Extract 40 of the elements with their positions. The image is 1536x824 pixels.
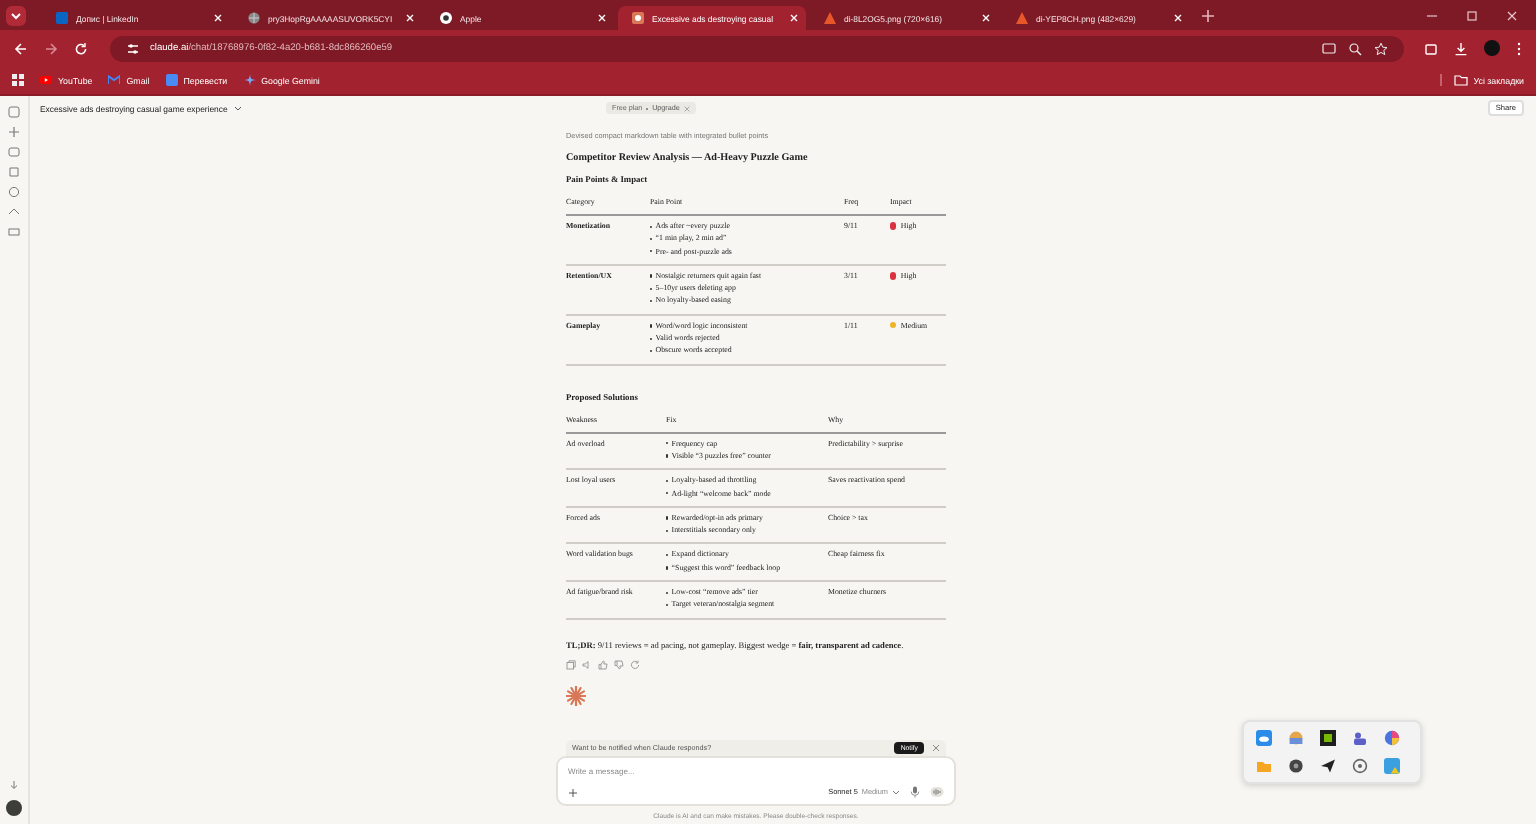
forward-icon[interactable] [44,41,58,55]
close-icon[interactable] [1506,9,1518,21]
send-icon[interactable] [1320,758,1336,774]
bookmark-icon [165,74,178,86]
microphone-icon[interactable] [910,786,920,798]
tab-favicon-icon [440,12,452,24]
tab-favicon-icon [248,12,260,24]
add-icon[interactable] [568,787,578,797]
thumbs-up-icon[interactable] [598,660,608,671]
bookmark-icon [243,74,256,86]
voice-mode-icon[interactable] [930,786,944,798]
apps-grid-icon[interactable] [12,74,24,86]
cloud-icon[interactable] [1256,730,1272,746]
new-chat-icon[interactable] [8,126,20,138]
reload-icon[interactable] [74,41,88,55]
tab-favicon-icon [1016,12,1028,24]
spark-icon [566,686,586,707]
back-icon[interactable] [14,41,28,55]
retry-icon[interactable] [630,660,640,671]
minimize-icon[interactable] [1426,9,1438,21]
people-icon[interactable] [1352,730,1368,746]
menu-icon[interactable] [1516,41,1522,55]
user-avatar-icon[interactable] [6,800,22,816]
bookmark-icon [108,74,121,86]
tab-favicon-icon [824,12,836,24]
zoom-icon[interactable] [1348,41,1362,55]
tab-search-icon[interactable] [6,5,26,25]
new-tab-icon[interactable] [1202,9,1214,21]
tab-favicon-icon [632,12,644,24]
avatar-icon[interactable] [1484,40,1500,56]
site-settings-icon[interactable] [126,41,140,55]
color-circle-icon[interactable] [1384,730,1400,746]
star-icon[interactable] [1374,41,1388,55]
maximize-icon[interactable] [1466,9,1478,21]
chip-icon[interactable] [1320,730,1336,746]
bookmark-icon [40,74,52,86]
tab-favicon-icon [56,12,68,24]
folder-icon [1453,74,1468,86]
copy-icon[interactable] [566,660,576,671]
thumbs-down-icon[interactable] [614,660,624,671]
